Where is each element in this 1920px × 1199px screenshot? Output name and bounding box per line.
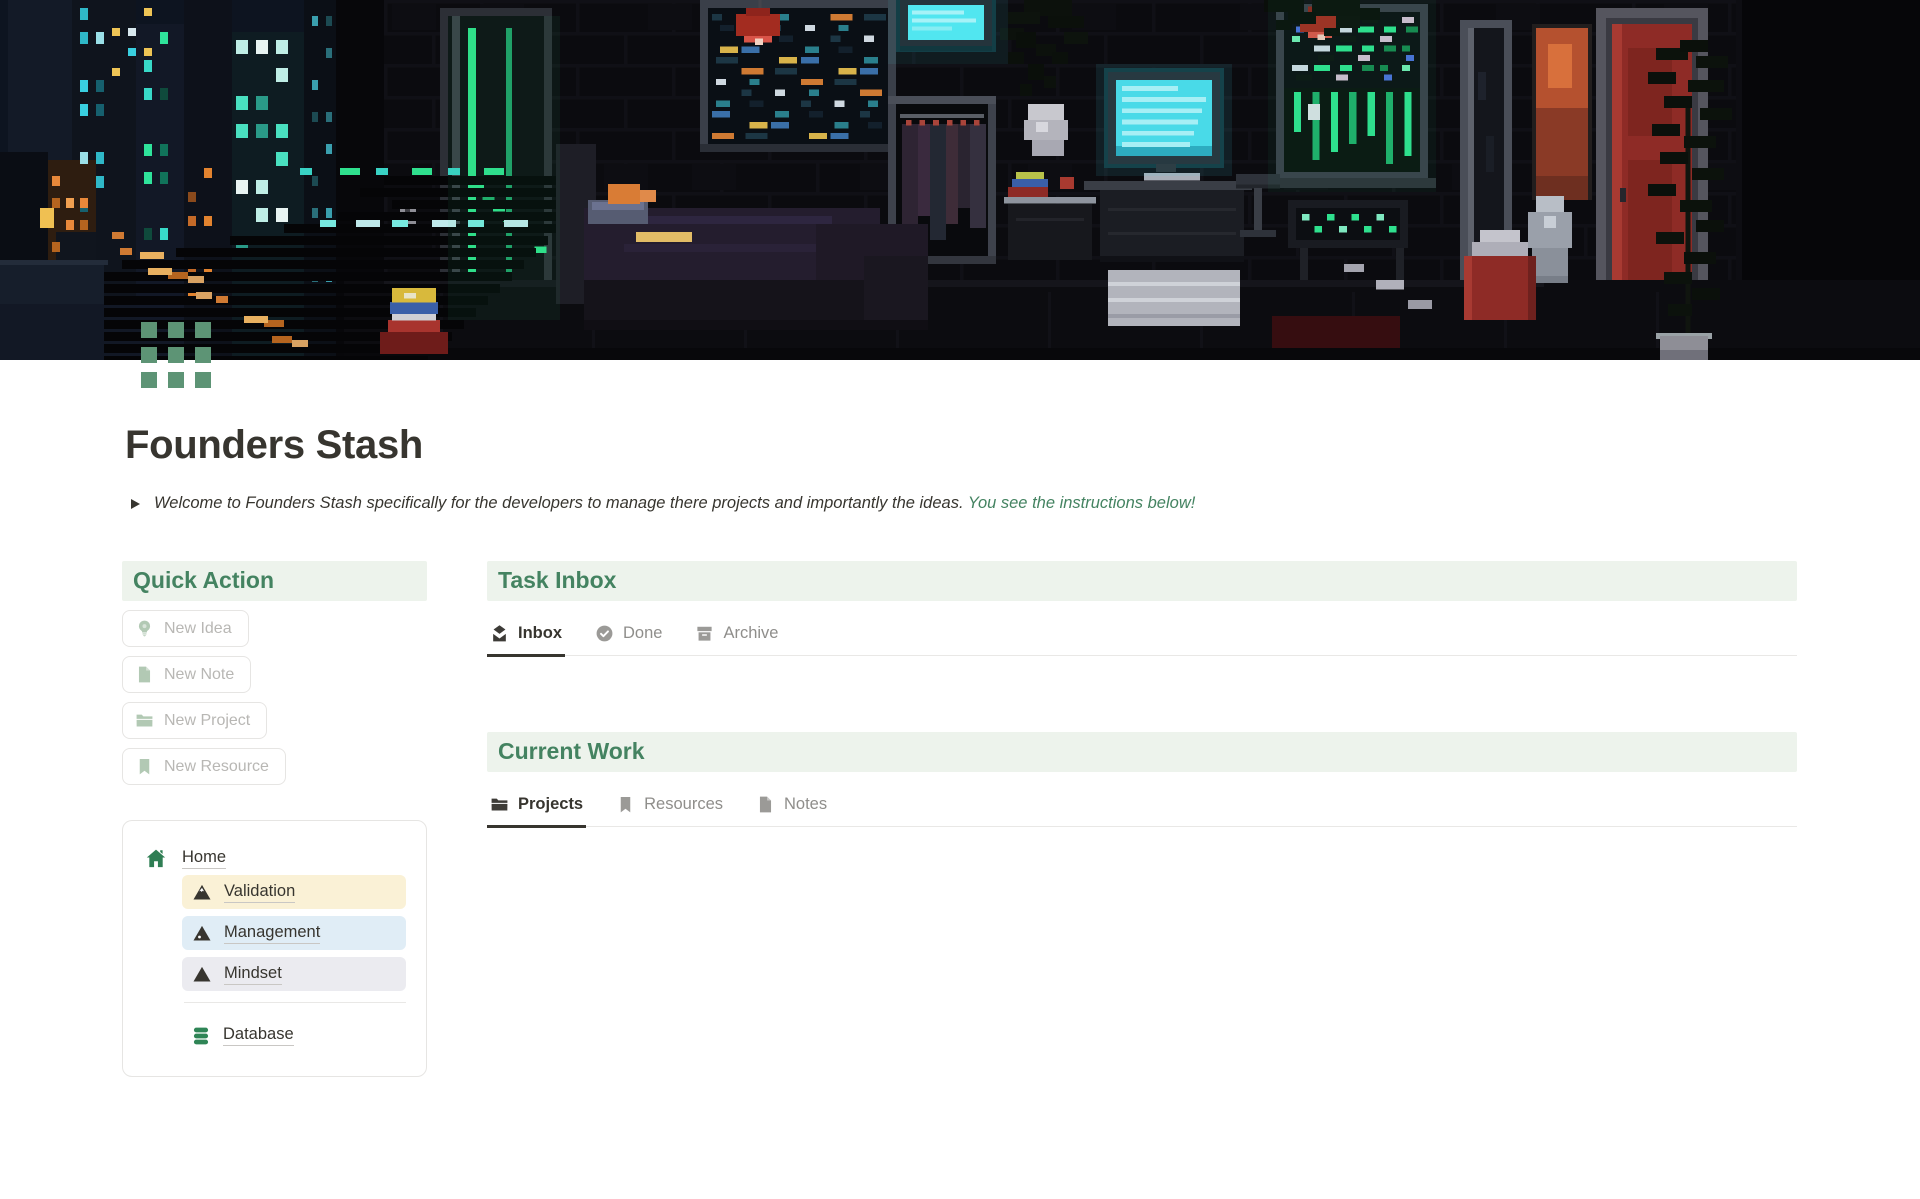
tab-inbox[interactable]: Inbox: [487, 616, 565, 657]
folder-icon: [135, 711, 154, 730]
tab-done[interactable]: Done: [592, 616, 665, 657]
check-circle-icon: [595, 624, 614, 643]
current-work-heading: Current Work: [487, 732, 1797, 772]
home-card-items: Validation Management Mindset Database: [182, 875, 406, 1047]
new-project-button[interactable]: New Project: [122, 702, 267, 739]
home-link[interactable]: Home: [145, 847, 406, 869]
tab-notes[interactable]: Notes: [753, 787, 830, 828]
banner-image: [0, 0, 1920, 360]
current-work-tabs: Projects Resources Notes: [487, 787, 1797, 827]
page-icon-green-grid[interactable]: [141, 322, 211, 388]
archive-icon: [695, 624, 714, 643]
banner-pixel-art: [0, 0, 1920, 360]
note-icon: [135, 665, 154, 684]
left-column: Quick Action New Idea New Note New Proje…: [122, 561, 427, 1077]
lightbulb-icon: [135, 619, 154, 638]
bookmark-icon: [616, 795, 635, 814]
card-divider: [184, 1002, 406, 1003]
management-link[interactable]: Management: [182, 916, 406, 950]
bookmark-icon: [135, 757, 154, 776]
new-resource-button[interactable]: New Resource: [122, 748, 286, 785]
toggle-arrow-icon[interactable]: [131, 499, 140, 509]
tab-archive[interactable]: Archive: [692, 616, 781, 657]
triangle-icon: [192, 964, 212, 984]
validation-link[interactable]: Validation: [182, 875, 406, 909]
page-title: Founders Stash: [125, 423, 423, 468]
inbox-icon: [490, 624, 509, 643]
quick-action-buttons: New Idea New Note New Project New Resour…: [122, 610, 427, 785]
database-icon: [191, 1026, 211, 1046]
new-idea-button[interactable]: New Idea: [122, 610, 249, 647]
home-card: Home Validation Management Mindset Datab…: [122, 820, 427, 1077]
mountain-dot-icon: [192, 923, 212, 943]
folder-icon: [490, 795, 509, 814]
new-note-button[interactable]: New Note: [122, 656, 251, 693]
quick-action-heading: Quick Action: [122, 561, 427, 601]
instructions-link[interactable]: You see the instructions below!: [968, 494, 1195, 512]
intro-text: Welcome to Founders Stash specifically f…: [154, 494, 1195, 513]
tab-resources[interactable]: Resources: [613, 787, 726, 828]
database-link[interactable]: Database: [182, 1024, 406, 1047]
intro-toggle-block: Welcome to Founders Stash specifically f…: [131, 494, 1195, 513]
task-inbox-heading: Task Inbox: [487, 561, 1797, 601]
home-icon: [145, 847, 167, 869]
tab-projects[interactable]: Projects: [487, 787, 586, 828]
task-inbox-tabs: Inbox Done Archive: [487, 616, 1797, 656]
right-column: Task Inbox Inbox Done Archive Current Wo…: [487, 561, 1797, 827]
mindset-link[interactable]: Mindset: [182, 957, 406, 991]
mountain-snow-icon: [192, 882, 212, 902]
note-icon: [756, 795, 775, 814]
